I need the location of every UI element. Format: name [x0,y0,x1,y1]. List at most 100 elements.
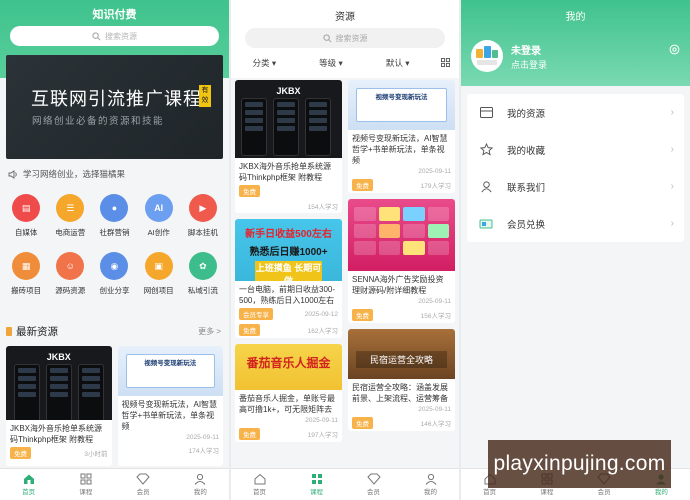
category-item[interactable]: ✿ 私域引流 [181,252,225,296]
card-title: 一台电脑，前期日收益300-500，熟练后日入1000左右 [239,285,336,305]
thumb-text: 民宿运营全攻略 [356,351,447,368]
resource-card[interactable]: 视频号变现新玩法 视频号变现新玩法，AI智慧哲学+书单新玩法，单条视频 2025… [117,346,223,466]
tab-course[interactable]: 课程 [288,469,345,500]
tab-vip[interactable]: 会员 [345,469,402,500]
watermark: playxinpujing.com [488,440,671,488]
home-icon [23,474,34,484]
resource-card[interactable]: JKBX JKBX海外音乐抢单系统源码Thinkphp框架 附教程 免费 154… [235,80,342,213]
card-thumbnail [348,199,455,271]
card-date: 2025-09-11 [418,298,451,305]
tab-mine[interactable]: 我的 [172,469,229,500]
resource-card[interactable]: 番茄音乐人掘金 番茄音乐人掘金，单账号最高可撸1k+，可无限矩阵去 2025-0… [235,344,342,442]
page-title: 我的 [565,12,586,23]
card-thumbnail: JKBX [235,80,342,158]
code-icon: ☺ [56,252,85,280]
banner-subtitle: 网络创业必备的资源和技能 [32,116,165,127]
promo-banner[interactable]: 互联网引流推广课程 有效 网络创业必备的资源和技能 [6,55,223,159]
card-date: 2025-09-11 [305,417,338,424]
category-label: 自媒体 [14,228,38,237]
category-label: 社群营销 [99,228,130,237]
resource-card[interactable]: SENNA海外广告奖励投资理财源码/附详细教程 2025-09-11 免费 156… [348,199,455,323]
card-title: 视频号变现新玩法，AI智慧哲学+书单新玩法，单条视频 [352,134,448,165]
free-badge: 免费 [10,447,31,459]
resource-card[interactable]: JKBX JKBX海外音乐抢单系统源码Thinkphp框架 附教程 免费 3小时前 [6,346,112,466]
settings-gear-icon[interactable] [669,42,680,60]
free-badge: 免费 [239,185,260,197]
resource-card[interactable]: 新手日收益500左右 熟悉后日赚1000+ 上班摸鱼 长期可做 一台电脑，前期日… [235,219,342,338]
card-views: 197人学习 [307,432,338,439]
profile-menu: 我的资源 › 我的收藏 › 联系我们 › 会员兑换 › [467,94,684,242]
category-label: 创业分享 [99,286,130,295]
filter-category[interactable]: 分类 ▾ [231,57,298,69]
thumb-text: 视频号变现新玩法 [144,360,197,367]
screenshot-collage: 知识付费 搜索资源 互联网引流推广课程 有效 网络创业必备的资源和技能 学习网络… [0,0,690,500]
tab-course[interactable]: 课程 [57,469,114,500]
course-icon [80,473,92,485]
group-icon: ● [100,194,129,222]
grid-view-icon[interactable] [431,57,459,69]
flow-icon: ✿ [188,252,217,280]
filter-sort[interactable]: 默认 ▾ [364,57,431,69]
resource-icon [477,107,495,118]
user-icon [425,473,436,485]
menu-my-favorites[interactable]: 我的收藏 › [467,131,684,168]
search-input[interactable]: 搜索资源 [10,26,219,46]
card-thumbnail: JKBX [6,346,112,420]
page-title: 知识付费 [92,9,137,21]
contact-icon [477,180,495,193]
category-item[interactable]: ▶ 脚本挂机 [181,194,225,238]
free-badge: 免费 [239,324,260,336]
card-date: 2025-09-11 [418,406,451,413]
latest-list: JKBX JKBX海外音乐抢单系统源码Thinkphp框架 附教程 免费 3小时前… [6,346,223,466]
tab-vip[interactable]: 会员 [115,469,172,500]
resource-card[interactable]: 视频号变现新玩法 视频号变现新玩法，AI智慧哲学+书单新玩法，单条视频 2025… [348,80,455,193]
tab-mine[interactable]: 我的 [402,469,459,500]
category-item[interactable]: ◉ 创业分享 [92,252,136,296]
tab-label: 课程 [310,489,323,496]
menu-label: 我的收藏 [507,145,546,157]
card-thumbnail: 番茄音乐人掘金 [235,344,342,390]
page-title: 资源 [335,12,355,23]
tab-label: 会员 [136,489,150,496]
thumb-text: JKBX [46,352,71,362]
category-item[interactable]: ● 社群营销 [92,194,136,238]
chevron-right-icon: › [670,218,674,229]
tab-home[interactable]: 首页 [0,469,57,500]
chevron-right-icon: › [670,144,674,155]
category-item[interactable]: ▣ 网创项目 [137,252,181,296]
login-link[interactable]: 点击登录 [511,58,547,71]
menu-contact-us[interactable]: 联系我们 › [467,168,684,205]
avatar[interactable] [471,40,503,72]
category-item[interactable]: ☺ 源码资源 [48,252,92,296]
category-label: AI创作 [147,228,170,237]
filter-level[interactable]: 等级 ▾ [298,57,365,69]
category-item[interactable]: ▤ 自媒体 [4,194,48,238]
tab-home[interactable]: 首页 [231,469,288,500]
resource-card[interactable]: 民宿运营全攻略 民宿运营全攻略：涵盖发展前景、上架流程、运营筹备 2025-09… [348,329,455,431]
resources-header: 资源 搜索资源 分类 ▾ 等级 ▾ 默认 ▾ [231,0,459,78]
thumb-text: 视频号变现新玩法 [375,94,428,101]
card-thumbnail: 视频号变现新玩法 [117,346,223,396]
resource-grid: JKBX JKBX海外音乐抢单系统源码Thinkphp框架 附教程 免费 154… [235,80,455,442]
more-link[interactable]: 更多 > [198,326,221,337]
section-marker-icon [6,327,12,336]
card-date: 2025-09-12 [304,310,338,318]
menu-my-resources[interactable]: 我的资源 › [467,94,684,131]
tab-label: 首页 [22,489,36,496]
chevron-right-icon: › [670,181,674,192]
menu-vip-exchange[interactable]: 会员兑换 › [467,205,684,242]
shop-icon: ☰ [56,194,85,222]
tab-bar: 首页 课程 会员 我的 [231,468,459,500]
notice-bar[interactable]: 学习网络创业，选择猫橘果 [8,168,221,180]
category-label: 网创项目 [143,286,174,295]
search-placeholder: 搜索资源 [105,31,137,41]
category-item[interactable]: ▦ 搬砖项目 [4,252,48,296]
category-item[interactable]: ☰ 电商运营 [48,194,92,238]
card-views: 162人学习 [307,328,338,335]
filter-bar: 分类 ▾ 等级 ▾ 默认 ▾ [231,55,459,71]
media-icon: ▤ [12,194,41,222]
vip-icon [366,473,381,485]
project-icon: ▣ [144,252,173,280]
category-item[interactable]: AI AI创作 [137,194,181,238]
search-input[interactable]: 搜索资源 [245,28,445,48]
